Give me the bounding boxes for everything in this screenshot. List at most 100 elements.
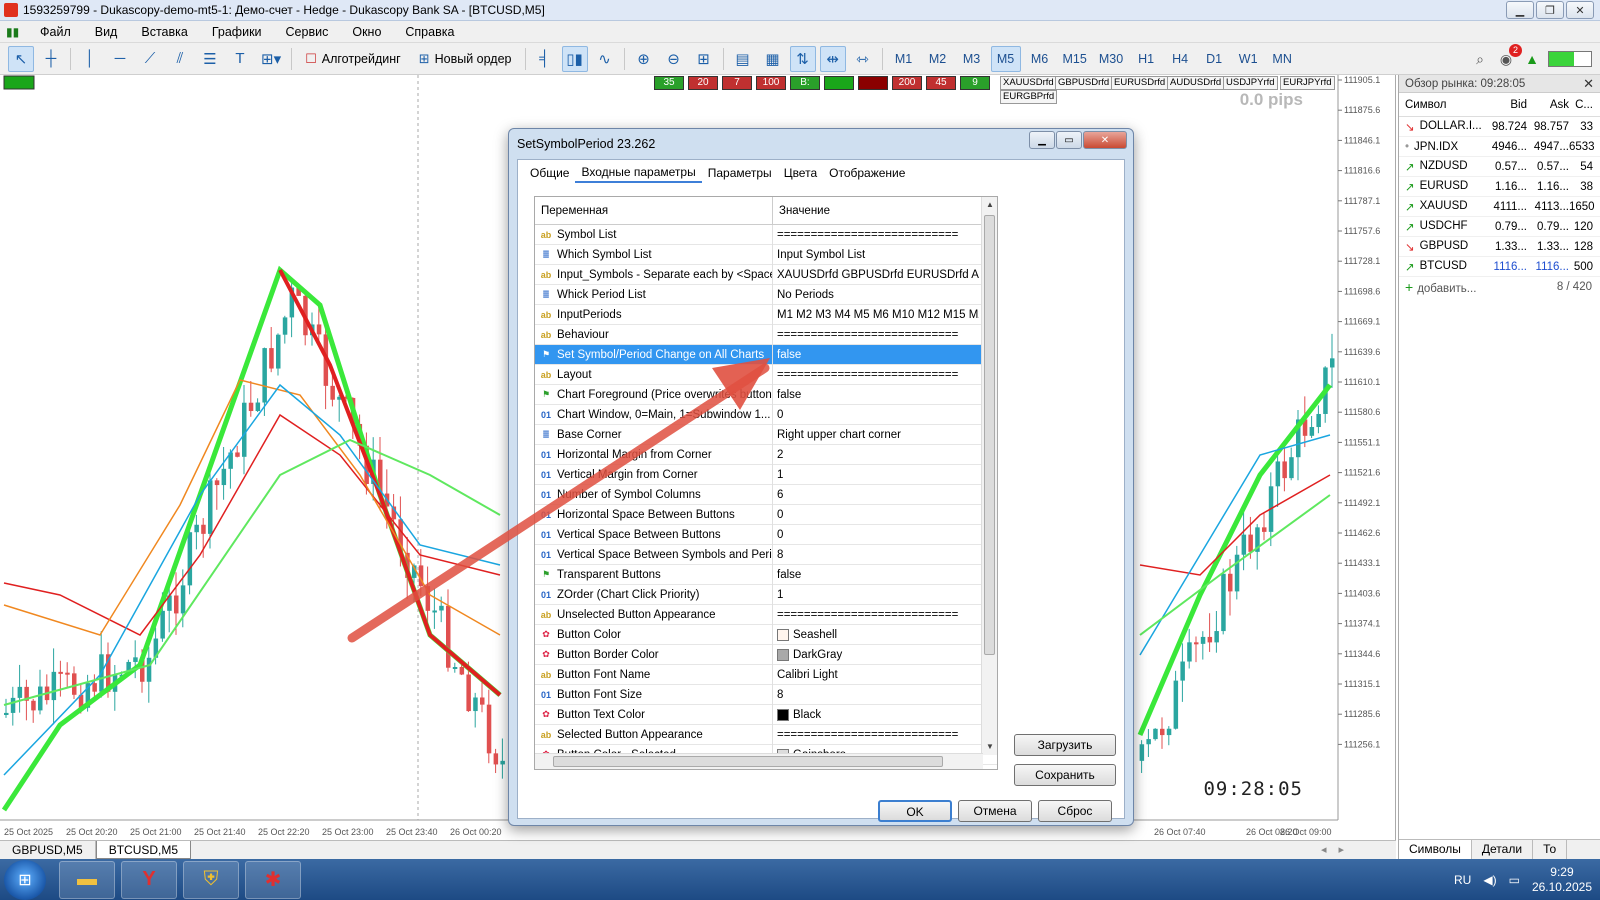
templates-icon[interactable]: ▦ — [760, 46, 786, 72]
period-m5[interactable]: M5 — [990, 45, 1021, 72]
market-row[interactable]: • JPN.IDX 4946... 4947... 6533 — [1399, 137, 1600, 157]
period-m1[interactable]: M1 — [889, 46, 919, 72]
indicator-box[interactable]: B: ON — [790, 76, 820, 100]
close-icon[interactable]: ✕ — [1583, 75, 1594, 93]
parameter-value-cell[interactable]: XAUUSDrfd GBPUSDrfd EURUSDrfd AUDU... — [773, 265, 979, 285]
parameter-value-cell[interactable]: =========================== — [773, 725, 979, 745]
indicator-box[interactable]: 35 — [654, 76, 684, 90]
market-tab-1[interactable]: Детали — [1472, 840, 1534, 859]
line-chart-icon[interactable]: ∿ — [592, 46, 618, 72]
metatrader-taskbar-icon[interactable]: ✱ — [245, 860, 301, 899]
dialog-titlebar[interactable]: SetSymbolPeriod 23.262 ▁ ▭ ✕ — [509, 129, 1133, 159]
parameter-row[interactable]: 01 Horizontal Space Between Buttons 0 — [535, 504, 997, 525]
scroll-up-icon[interactable]: ▲ — [982, 197, 997, 213]
cancel-button[interactable]: Отмена — [958, 800, 1032, 822]
parameter-row[interactable]: 01 ZOrder (Chart Click Priority) 1 — [535, 584, 997, 605]
dialog-tab-1[interactable]: Входные параметры — [575, 163, 702, 183]
window-titlebar[interactable]: 1593259799 - Dukascopy-demo-mt5-1: Демо-… — [0, 0, 1600, 21]
symbol-switch-button[interactable]: AUDUSDrfd — [1167, 76, 1225, 90]
parameter-row[interactable]: ≣ Base Corner Right upper chart corner — [535, 424, 997, 445]
parameter-row[interactable]: 01 Button Font Size 8 — [535, 684, 997, 705]
parameter-value-cell[interactable]: 8 — [773, 545, 979, 565]
menu-item-6[interactable]: Справка — [393, 21, 466, 43]
scroll-down-icon[interactable]: ▼ — [982, 739, 997, 755]
col-ask[interactable]: Ask — [1527, 99, 1569, 111]
period-d1[interactable]: D1 — [1199, 46, 1229, 72]
period-mn[interactable]: MN — [1267, 46, 1297, 72]
indicator-box[interactable]: 100 — [756, 76, 786, 90]
indicator-box[interactable]: 45 — [926, 76, 956, 90]
market-row[interactable]: ↗ BTCUSD 1116... 1116... 500 — [1399, 257, 1600, 277]
parameter-value-cell[interactable]: Calibri Light — [773, 665, 979, 685]
trendline-icon[interactable]: ⟋ — [137, 46, 163, 72]
period-m6[interactable]: M6 — [1025, 46, 1055, 72]
parameter-row[interactable]: ab Unselected Button Appearance ==========… — [535, 604, 997, 625]
market-tab-0[interactable]: Символы — [1399, 840, 1472, 859]
volume-icon[interactable]: ◀) — [1483, 873, 1496, 887]
algotrading-button[interactable]: ☐ Алготрейдинг — [298, 46, 408, 72]
tray-clock[interactable]: 9:29 26.10.2025 — [1532, 865, 1592, 895]
parameter-value-cell[interactable]: 8 — [773, 685, 979, 705]
parameter-row[interactable]: 01 Vertical Margin from Corner 1 — [535, 464, 997, 485]
col-value[interactable]: Значение — [773, 197, 979, 225]
ok-button[interactable]: OK — [878, 800, 952, 822]
file-explorer-icon[interactable]: ▬ — [59, 860, 115, 899]
zoom-in-icon[interactable]: ⊕ — [631, 46, 657, 72]
menu-item-4[interactable]: Сервис — [274, 21, 341, 43]
parameter-value-cell[interactable]: 0 — [773, 525, 979, 545]
parameter-row[interactable]: 01 Vertical Space Between Symbols and Per… — [535, 544, 997, 565]
parameter-value-cell[interactable]: false — [773, 345, 979, 365]
parameter-value-cell[interactable]: M1 M2 M3 M4 M5 M6 M10 M12 M15 M20 M... — [773, 305, 979, 325]
text-tool-icon[interactable]: T — [227, 46, 253, 72]
parameter-value-cell[interactable]: =========================== — [773, 225, 979, 245]
parameter-value-cell[interactable]: Black — [773, 705, 979, 725]
start-button-icon[interactable]: ⊞ — [4, 859, 46, 900]
symbol-switch-button[interactable]: EURGBPrfd — [1000, 90, 1058, 104]
horizontal-line-icon[interactable]: ─ — [107, 46, 133, 72]
reset-button[interactable]: Сброс — [1038, 800, 1112, 822]
vertical-line-icon[interactable]: │ — [77, 46, 103, 72]
period-separators-icon[interactable]: ⇿ — [850, 46, 876, 72]
col-bid[interactable]: Bid — [1487, 99, 1527, 111]
parameter-value-cell[interactable]: false — [773, 385, 979, 405]
indicator-box[interactable]: 9 — [960, 76, 990, 90]
dialog-tab-2[interactable]: Параметры — [702, 164, 778, 182]
menu-item-0[interactable]: Файл — [28, 21, 83, 43]
menu-item-5[interactable]: Окно — [340, 21, 393, 43]
parameter-row[interactable]: ab Selected Button Appearance ============… — [535, 724, 997, 745]
indicator-box[interactable] — [824, 76, 854, 90]
horizontal-scroll-thumb[interactable] — [553, 756, 943, 767]
parameter-row[interactable]: ab Layout =========================== — [535, 364, 997, 385]
parameter-row[interactable]: 01 Horizontal Margin from Corner 2 — [535, 444, 997, 465]
market-row[interactable]: ↗ USDCHF 0.79... 0.79... 120 — [1399, 217, 1600, 237]
dialog-tab-4[interactable]: Отображение — [823, 164, 911, 182]
horizontal-scrollbar[interactable] — [535, 753, 983, 769]
period-m3[interactable]: M3 — [957, 46, 987, 72]
parameter-value-cell[interactable]: =========================== — [773, 325, 979, 345]
dialog-minimize-button[interactable]: ▁ — [1029, 131, 1055, 149]
parameter-row[interactable]: ab Input_Symbols - Separate each by <Spac… — [535, 264, 997, 285]
security-shield-icon[interactable]: ⛨ — [183, 860, 239, 899]
market-row[interactable]: ↗ XAUUSD 4111... 4113... 1650 — [1399, 197, 1600, 217]
symbol-switch-button[interactable]: USDJPYrfd — [1223, 76, 1278, 90]
crosshair-tool-icon[interactable]: ┼ — [38, 46, 64, 72]
parameter-value-cell[interactable]: 1 — [773, 465, 979, 485]
minimize-button[interactable]: ▁ — [1506, 1, 1534, 19]
parameter-row[interactable]: 01 Vertical Space Between Buttons 0 — [535, 524, 997, 545]
market-tab-2[interactable]: То — [1533, 840, 1568, 859]
vertical-scrollbar[interactable]: ▲ ▼ — [981, 197, 997, 755]
zoom-out-icon[interactable]: ⊖ — [661, 46, 687, 72]
indicator-box[interactable]: 7 — [722, 76, 752, 90]
parameter-row[interactable]: ⚑ Transparent Buttons false — [535, 564, 997, 585]
save-button[interactable]: Сохранить — [1014, 764, 1116, 786]
period-h1[interactable]: H1 — [1131, 46, 1161, 72]
parameter-row[interactable]: ≣ Which Symbol List Input Symbol List — [535, 244, 997, 265]
parameter-row[interactable]: ab Symbol List =========================== — [535, 224, 997, 245]
language-indicator[interactable]: RU — [1454, 873, 1471, 887]
symbol-switch-button[interactable]: EURUSDrfd — [1111, 76, 1169, 90]
yandex-browser-icon[interactable]: Y — [121, 860, 177, 899]
parameter-value-cell[interactable]: 0 — [773, 505, 979, 525]
parameter-value-cell[interactable]: =========================== — [773, 365, 979, 385]
indicator-box[interactable]: 20 — [688, 76, 718, 90]
indicators-list-icon[interactable]: ▤ — [730, 46, 756, 72]
